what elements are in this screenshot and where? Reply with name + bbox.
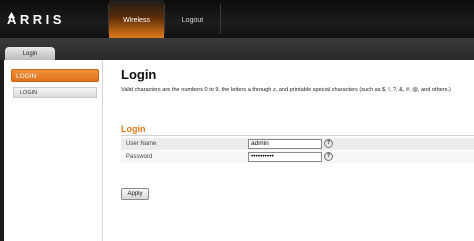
nav-separator — [220, 4, 221, 34]
username-input[interactable] — [248, 139, 322, 149]
arris-logo: ARRIS — [7, 12, 65, 27]
content-area: Login Valid characters are the numbers 0… — [104, 60, 474, 241]
section-divider — [121, 135, 474, 136]
main-panel: LOGIN LOGIN Login Valid characters are t… — [4, 60, 474, 241]
tab-logout[interactable]: Logout — [165, 0, 220, 38]
arris-arrow-icon — [8, 12, 15, 18]
help-icon[interactable]: ? — [324, 139, 333, 148]
help-icon[interactable]: ? — [324, 152, 333, 161]
page-description: Valid characters are the numbers 0 to 9,… — [121, 87, 451, 93]
sidebar-heading-login[interactable]: LOGIN — [11, 69, 99, 82]
apply-button[interactable]: Apply — [121, 188, 149, 200]
password-input[interactable] — [248, 152, 322, 162]
form-row-username: User Name ? — [121, 138, 474, 150]
sidebar-item-login[interactable]: LOGIN — [13, 87, 97, 98]
form-row-password: Password ? — [121, 151, 474, 163]
sub-navigation-bar: Login — [0, 38, 474, 60]
page-title: Login — [121, 67, 157, 82]
username-label: User Name — [126, 141, 157, 147]
subtab-login[interactable]: Login — [5, 47, 55, 60]
logo-text: ARRIS — [7, 12, 65, 27]
password-label: Password — [126, 154, 153, 160]
top-header: ARRIS Wireless Logout — [0, 0, 474, 38]
sidebar: LOGIN LOGIN — [4, 60, 103, 241]
section-title: Login — [121, 124, 146, 134]
tab-wireless[interactable]: Wireless — [109, 0, 164, 38]
